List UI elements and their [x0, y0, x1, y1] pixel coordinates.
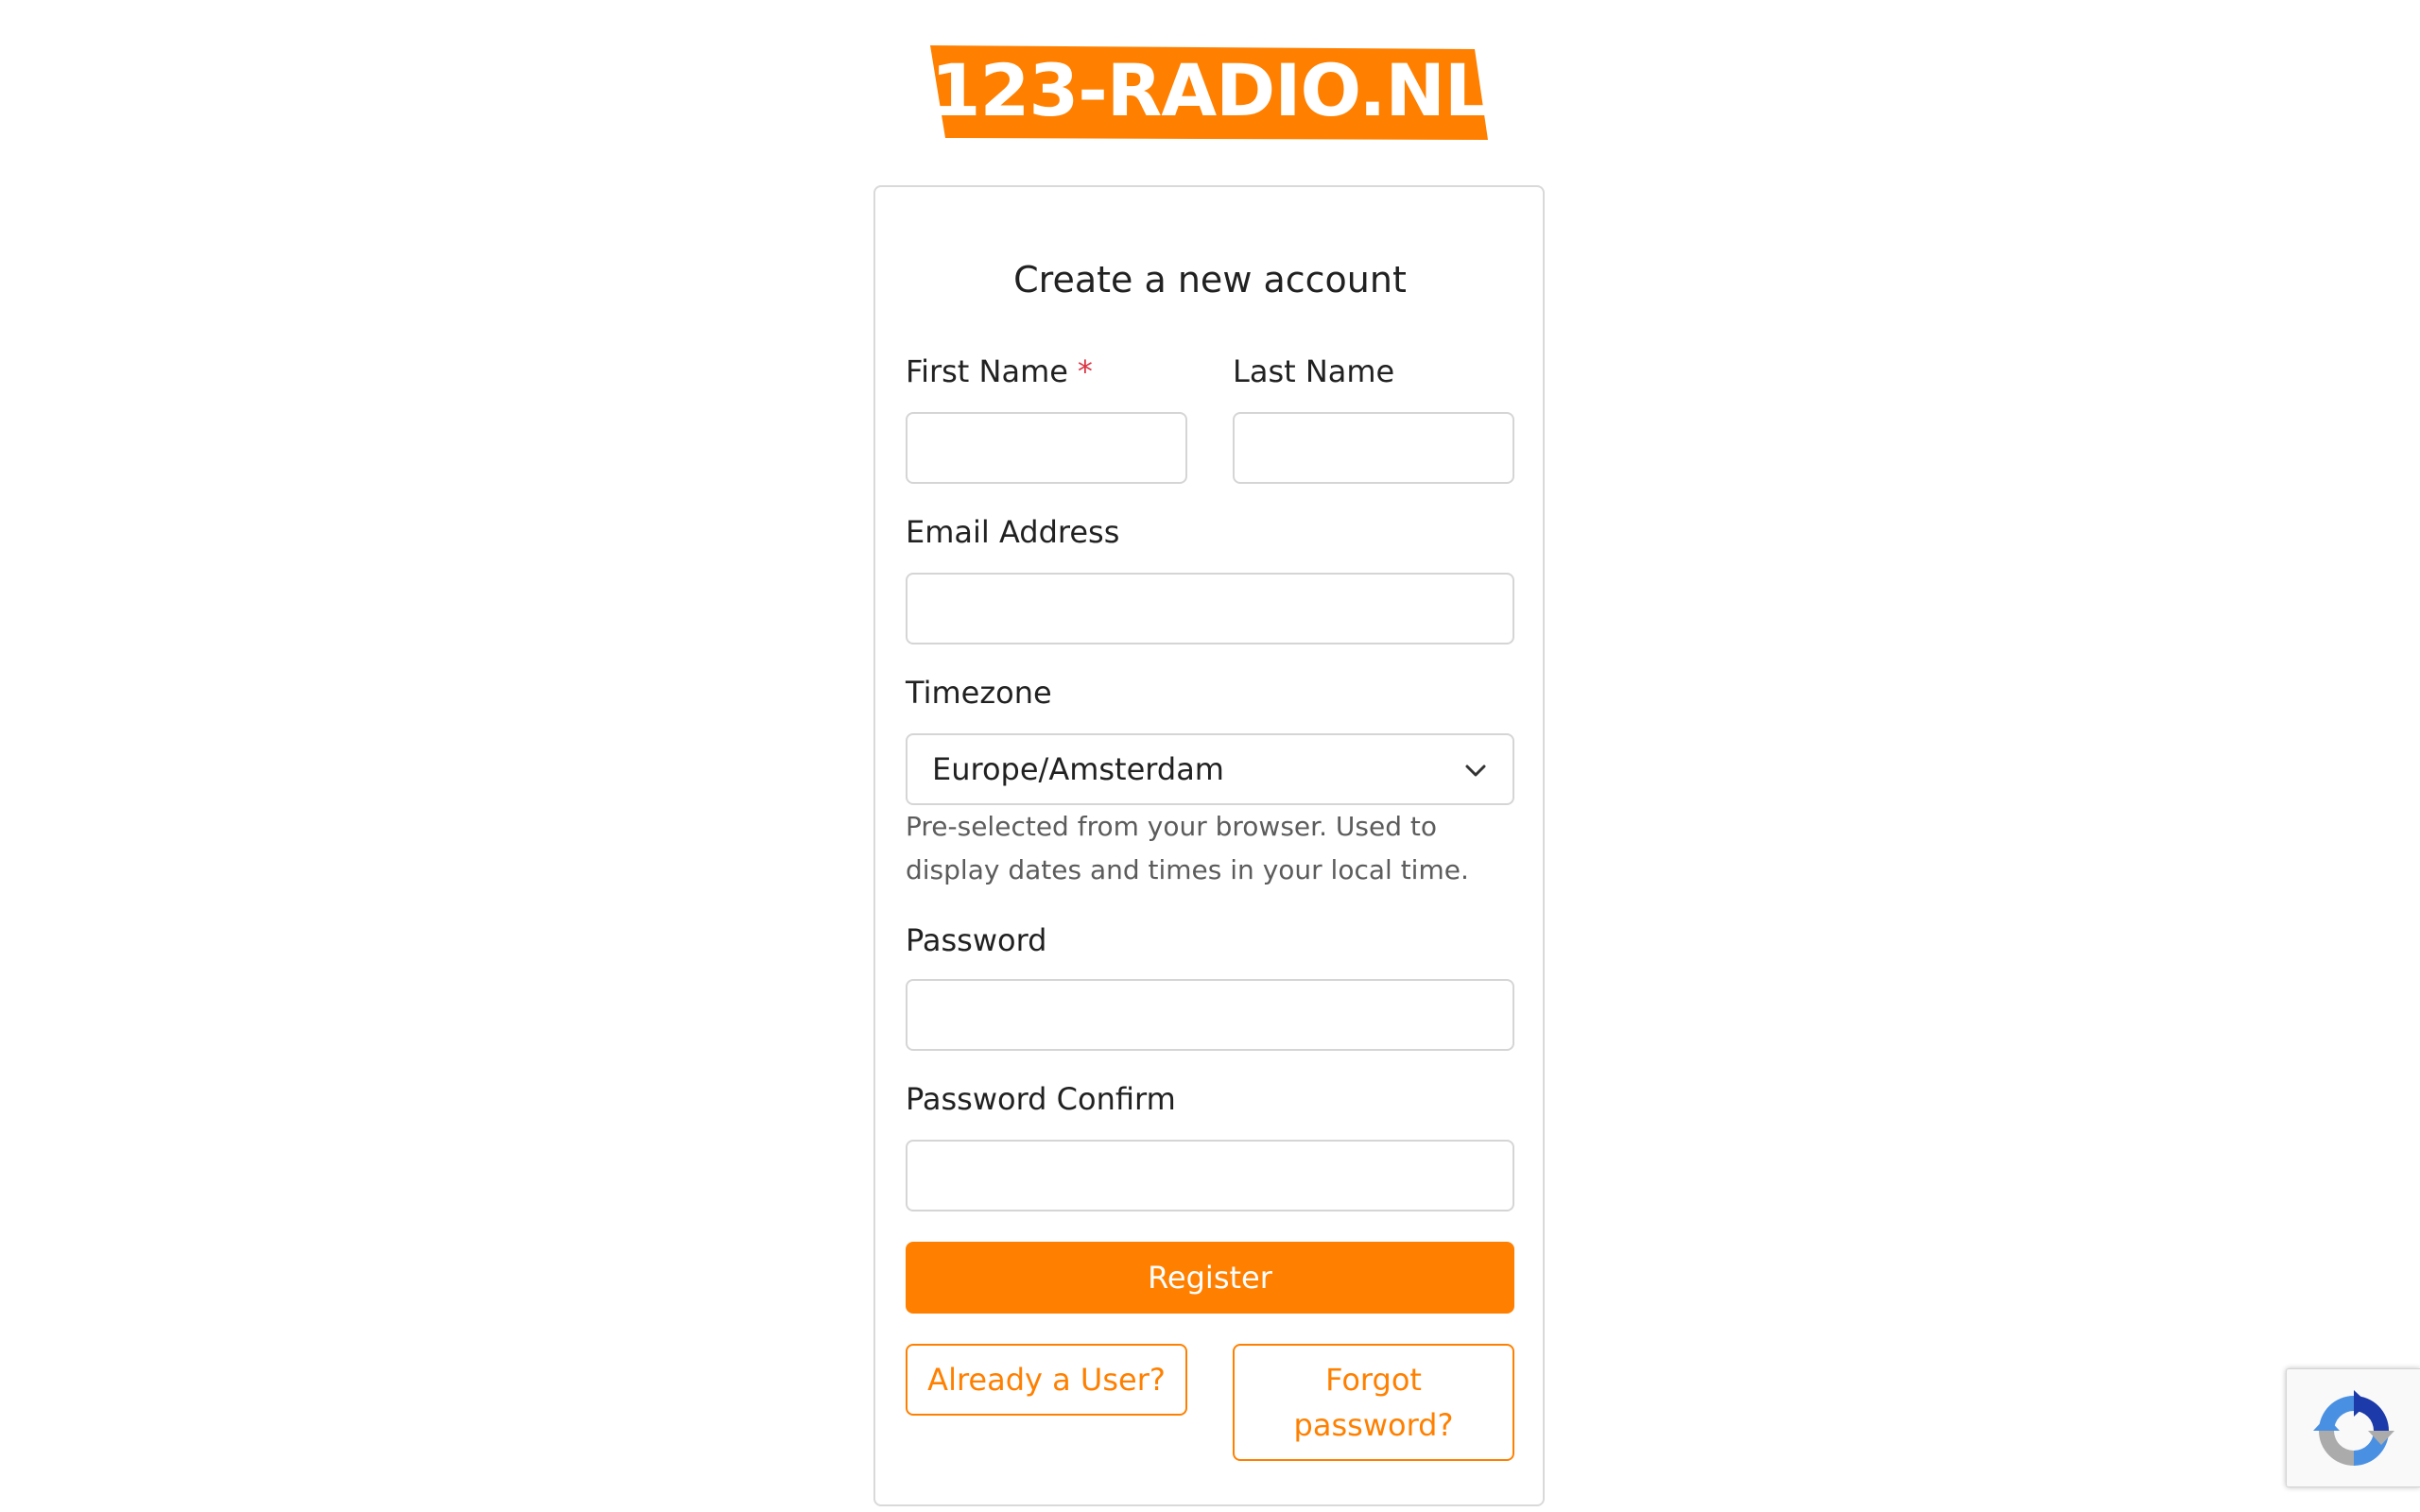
last-name-label: Last Name: [1233, 353, 1395, 389]
logo-text: 123-RADIO.NL: [930, 48, 1491, 132]
recaptcha-icon: [2313, 1390, 2394, 1466]
register-page: 123-RADIO.NL Create a new account First …: [0, 0, 2420, 1512]
timezone-selected-value: Europe/Amsterdam: [932, 751, 1224, 787]
email-input[interactable]: [906, 573, 1514, 644]
required-mark: *: [1077, 353, 1093, 389]
site-logo[interactable]: 123-RADIO.NL: [930, 43, 1490, 142]
timezone-help-text: Pre-selected from your browser. Used to …: [906, 811, 1469, 885]
chevron-down-icon: [1465, 765, 1486, 777]
password-confirm-label: Password Confirm: [906, 1081, 1176, 1117]
last-name-input[interactable]: [1233, 412, 1514, 484]
already-user-button[interactable]: Already a User?: [906, 1344, 1187, 1416]
email-label: Email Address: [906, 514, 1120, 550]
password-label: Password: [906, 922, 1047, 958]
form-title: Create a new account: [1013, 259, 1407, 301]
timezone-label: Timezone: [906, 675, 1052, 711]
first-name-label-text: First Name: [906, 353, 1068, 389]
first-name-input[interactable]: [906, 412, 1187, 484]
forgot-password-button[interactable]: Forgot password?: [1233, 1344, 1514, 1461]
first-name-label: First Name *: [906, 353, 1093, 389]
password-confirm-input[interactable]: [906, 1140, 1514, 1211]
password-input[interactable]: [906, 979, 1514, 1051]
timezone-select[interactable]: Europe/Amsterdam: [906, 733, 1514, 805]
recaptcha-badge[interactable]: [2286, 1368, 2420, 1487]
register-button[interactable]: Register: [906, 1242, 1514, 1314]
